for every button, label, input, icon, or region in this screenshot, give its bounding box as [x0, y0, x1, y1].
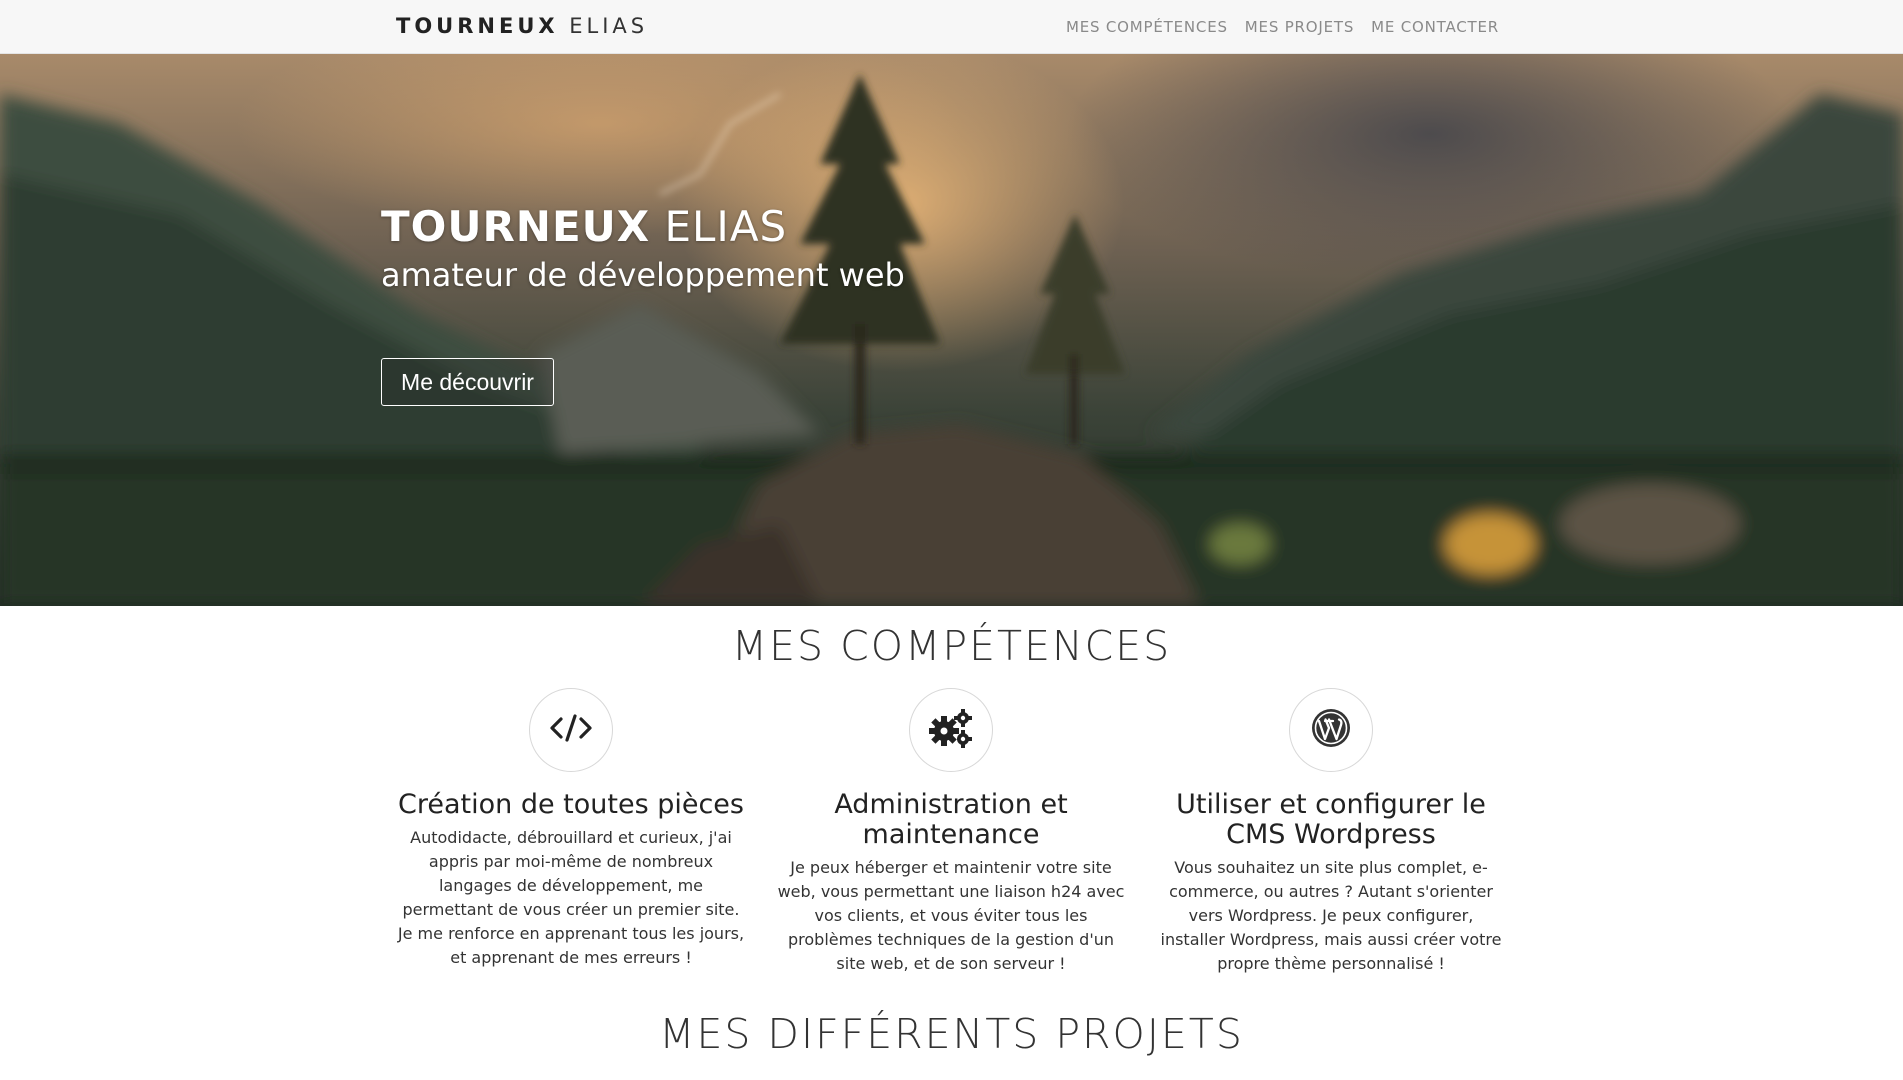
- hero-title-bold: TOURNEUX: [381, 202, 651, 251]
- hero-background-image: [0, 74, 1903, 606]
- skill-card-wordpress: Utiliser et configurer le CMS Wordpress …: [1151, 688, 1511, 976]
- navbar: TOURNEUX ELIAS MES COMPÉTENCES MES PROJE…: [0, 0, 1903, 54]
- skill-title: Administration et maintenance: [834, 789, 1068, 850]
- skill-title: Création de toutes pièces: [398, 789, 744, 820]
- wordpress-icon: [1310, 707, 1352, 753]
- skill-card-administration: Administration et maintenance Je peux hé…: [771, 688, 1131, 976]
- hero-title-light: ELIAS: [664, 202, 788, 251]
- skill-description: Autodidacte, débrouillard et curieux, j'…: [397, 828, 745, 967]
- nav-menu: MES COMPÉTENCES MES PROJETS ME CONTACTER: [1066, 18, 1499, 36]
- brand-bold: TOURNEUX: [396, 14, 559, 38]
- projects-section-title: MES DIFFÉRENTS PROJETS: [659, 1010, 1244, 1058]
- nav-link-contact[interactable]: ME CONTACTER: [1371, 18, 1499, 36]
- skill-icon-circle: [1289, 688, 1373, 772]
- skill-title: Utiliser et configurer le CMS Wordpress: [1176, 789, 1486, 850]
- skill-description: Vous souhaitez un site plus complet, e-c…: [1160, 858, 1502, 973]
- skill-icon-circle: [909, 688, 993, 772]
- skill-icon-circle: [529, 688, 613, 772]
- hero-banner: TOURNEUX ELIAS amateur de développement …: [0, 54, 1903, 606]
- nav-link-projets[interactable]: MES PROJETS: [1245, 18, 1354, 36]
- gears-icon: [928, 707, 974, 753]
- discover-button[interactable]: Me découvrir: [381, 358, 554, 406]
- brand-logo[interactable]: TOURNEUX ELIAS: [396, 14, 648, 38]
- skill-card-creation: Création de toutes pièces Autodidacte, d…: [391, 688, 751, 970]
- skill-description: Je peux héberger et maintenir votre site…: [777, 858, 1125, 973]
- skills-section-title: MES COMPÉTENCES: [731, 622, 1172, 670]
- hero-title: TOURNEUX ELIAS: [381, 202, 787, 251]
- brand-light: ELIAS: [569, 14, 649, 38]
- code-icon: [549, 713, 593, 747]
- nav-link-competences[interactable]: MES COMPÉTENCES: [1066, 18, 1228, 36]
- hero-subtitle: amateur de développement web: [381, 256, 905, 294]
